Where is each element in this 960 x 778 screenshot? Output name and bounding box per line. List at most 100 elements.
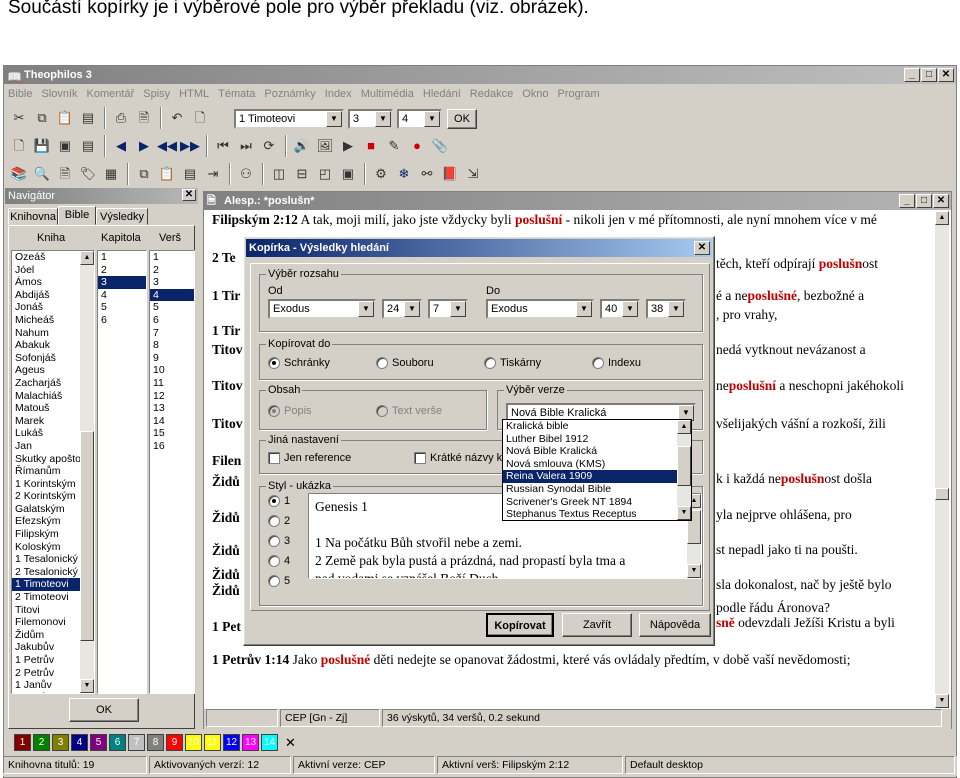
menu-item[interactable]: Komentář — [87, 88, 135, 100]
tab-0[interactable]: Knihovna — [8, 208, 58, 225]
tile-icon[interactable]: ▣ — [337, 163, 359, 185]
color-swatch[interactable]: 1 — [14, 734, 31, 751]
to-chapter-select[interactable]: 40 ▼ — [600, 299, 640, 319]
radio-style-1[interactable]: 1 — [268, 493, 290, 513]
list-item[interactable]: 11 — [150, 377, 194, 390]
copy2-icon[interactable]: ⧉ — [133, 163, 155, 185]
add-icon[interactable]: ▤ — [77, 135, 99, 157]
export-icon[interactable]: ⇥ — [202, 163, 224, 185]
list-item[interactable]: Russian Synodal Bible — [503, 483, 678, 496]
list-item[interactable]: 16 — [150, 440, 194, 453]
dialog-close-button[interactable]: ✕ — [694, 241, 710, 255]
hierarchy-icon[interactable]: ⚯ — [416, 163, 438, 185]
radio-style-2[interactable]: 2 — [268, 513, 290, 533]
back-icon[interactable]: ↶ — [166, 107, 188, 129]
paste-icon[interactable]: 📋 — [54, 107, 76, 129]
list-item[interactable]: 9 — [150, 352, 194, 365]
split-vertical-icon[interactable]: ◫ — [268, 163, 290, 185]
list-item[interactable]: 7 — [150, 327, 194, 340]
verse-ref[interactable]: 1 Pet — [212, 619, 241, 634]
list-item[interactable]: 1 — [150, 251, 194, 264]
list-item[interactable]: 5 — [98, 301, 146, 314]
tab-2[interactable]: Výsledky — [96, 208, 148, 225]
page-icon[interactable]: 🗋 — [189, 107, 211, 129]
from-chapter-select[interactable]: 24 ▼ — [382, 299, 422, 319]
color-swatch[interactable]: 10 — [185, 734, 202, 751]
list-item[interactable]: Kralická bible — [503, 420, 678, 433]
scroll-down-icon[interactable]: ▼ — [935, 694, 949, 708]
doc-maximize-button[interactable]: □ — [916, 194, 932, 208]
verse-list[interactable]: 1 2 3 4 5 6 7 8 9 10 11 12 13 14 15 16 — [149, 250, 195, 694]
close-dialog-button[interactable]: Zavřít — [562, 613, 632, 637]
list-item[interactable]: 5 — [150, 301, 194, 314]
minimize-button[interactable]: _ — [904, 68, 920, 82]
book-icon[interactable]: 📕 — [439, 163, 461, 185]
list-item[interactable]: 8 — [150, 339, 194, 352]
menu-item[interactable]: Multimédia — [361, 88, 414, 100]
list-item[interactable]: 2 — [98, 264, 146, 277]
verse-ref[interactable]: Titov — [212, 378, 243, 393]
verse-ref[interactable]: Židů — [212, 543, 240, 558]
doc-minimize-button[interactable]: _ — [899, 194, 915, 208]
menu-item[interactable]: Program — [558, 88, 600, 100]
radio-verse-text[interactable]: Text verše — [376, 405, 442, 418]
color-swatch[interactable]: 12 — [223, 734, 240, 751]
copy-icon[interactable]: ⧉ — [31, 107, 53, 129]
verse-ref[interactable]: Titov — [212, 342, 243, 357]
menu-item[interactable]: Index — [325, 88, 352, 100]
list-item[interactable]: Nová Bible Kralická — [503, 445, 678, 458]
list-item[interactable]: 12 — [150, 390, 194, 403]
verse-ref[interactable]: Židů — [212, 510, 240, 525]
verse-ref[interactable]: Filen — [212, 453, 241, 468]
checkbox-short-names[interactable]: Krátké názvy kn — [414, 452, 508, 465]
menu-item[interactable]: Redakce — [470, 88, 513, 100]
menu-item[interactable]: Poznámky — [264, 88, 315, 100]
save-icon[interactable]: 💾 — [31, 135, 53, 157]
forward-icon[interactable]: ▶▶ — [179, 135, 201, 157]
list-item[interactable]: 10 — [150, 364, 194, 377]
checkbox-ref-only[interactable]: Jen reference — [268, 452, 351, 465]
color-swatch[interactable]: 14 — [261, 734, 278, 751]
color-swatch[interactable]: 13 — [242, 734, 259, 751]
tree-icon[interactable]: ⚇ — [235, 163, 257, 185]
settings-icon[interactable]: ⚙ — [370, 163, 392, 185]
stop-icon[interactable]: ■ — [360, 135, 382, 157]
color-swatch[interactable]: 6 — [109, 734, 126, 751]
list-item[interactable]: Scrivener's Greek NT 1894 — [503, 496, 678, 509]
radio-style-4[interactable]: 4 — [268, 553, 290, 573]
cascade-icon[interactable]: ◰ — [314, 163, 336, 185]
sound-icon[interactable]: 🔊 — [291, 135, 313, 157]
scroll-thumb[interactable] — [80, 431, 94, 641]
list-item[interactable]: 13 — [150, 402, 194, 415]
maximize-button[interactable]: □ — [921, 68, 937, 82]
verse-ref[interactable]: 2 Te — [212, 250, 236, 265]
doc-close-button[interactable]: ✕ — [933, 194, 949, 208]
list-item[interactable]: 3 — [98, 276, 146, 289]
chapter-select[interactable]: 3 ▼ — [348, 109, 393, 129]
scroll-down-icon[interactable]: ▼ — [80, 679, 94, 693]
radio-style-3[interactable]: 3 — [268, 533, 290, 553]
menu-item[interactable]: HTML — [179, 88, 209, 100]
color-swatch[interactable]: 3 — [52, 734, 69, 751]
verse-ref[interactable]: Židů — [212, 474, 240, 489]
refresh-icon[interactable]: ⟳ — [258, 135, 280, 157]
menu-item[interactable]: Slovník — [41, 88, 77, 100]
verse-ref[interactable]: Židů — [212, 583, 240, 598]
prev-icon[interactable]: ◀ — [110, 135, 132, 157]
exit-icon[interactable]: ⇲ — [462, 163, 484, 185]
pen-icon[interactable]: ✎ — [383, 135, 405, 157]
menu-item[interactable]: Hledání — [423, 88, 461, 100]
color-swatch[interactable]: 2 — [33, 734, 50, 751]
radio-file[interactable]: Souboru — [376, 357, 434, 370]
play-icon[interactable]: ▶ — [337, 135, 359, 157]
verse-ref[interactable]: 1 Petrův 1:14 — [212, 652, 289, 667]
verse-ref[interactable]: 1 Tir — [212, 288, 240, 303]
color-swatch[interactable]: 4 — [71, 734, 88, 751]
list-item[interactable]: 1 — [98, 251, 146, 264]
radio-printer[interactable]: Tiskárny — [484, 357, 541, 370]
close-button[interactable]: ✕ — [938, 68, 954, 82]
tag-icon[interactable]: 🏷 — [77, 163, 99, 185]
verse-ref[interactable]: Titov — [212, 416, 243, 431]
next-icon[interactable]: ▶ — [133, 135, 155, 157]
menu-item[interactable]: Okno — [522, 88, 548, 100]
